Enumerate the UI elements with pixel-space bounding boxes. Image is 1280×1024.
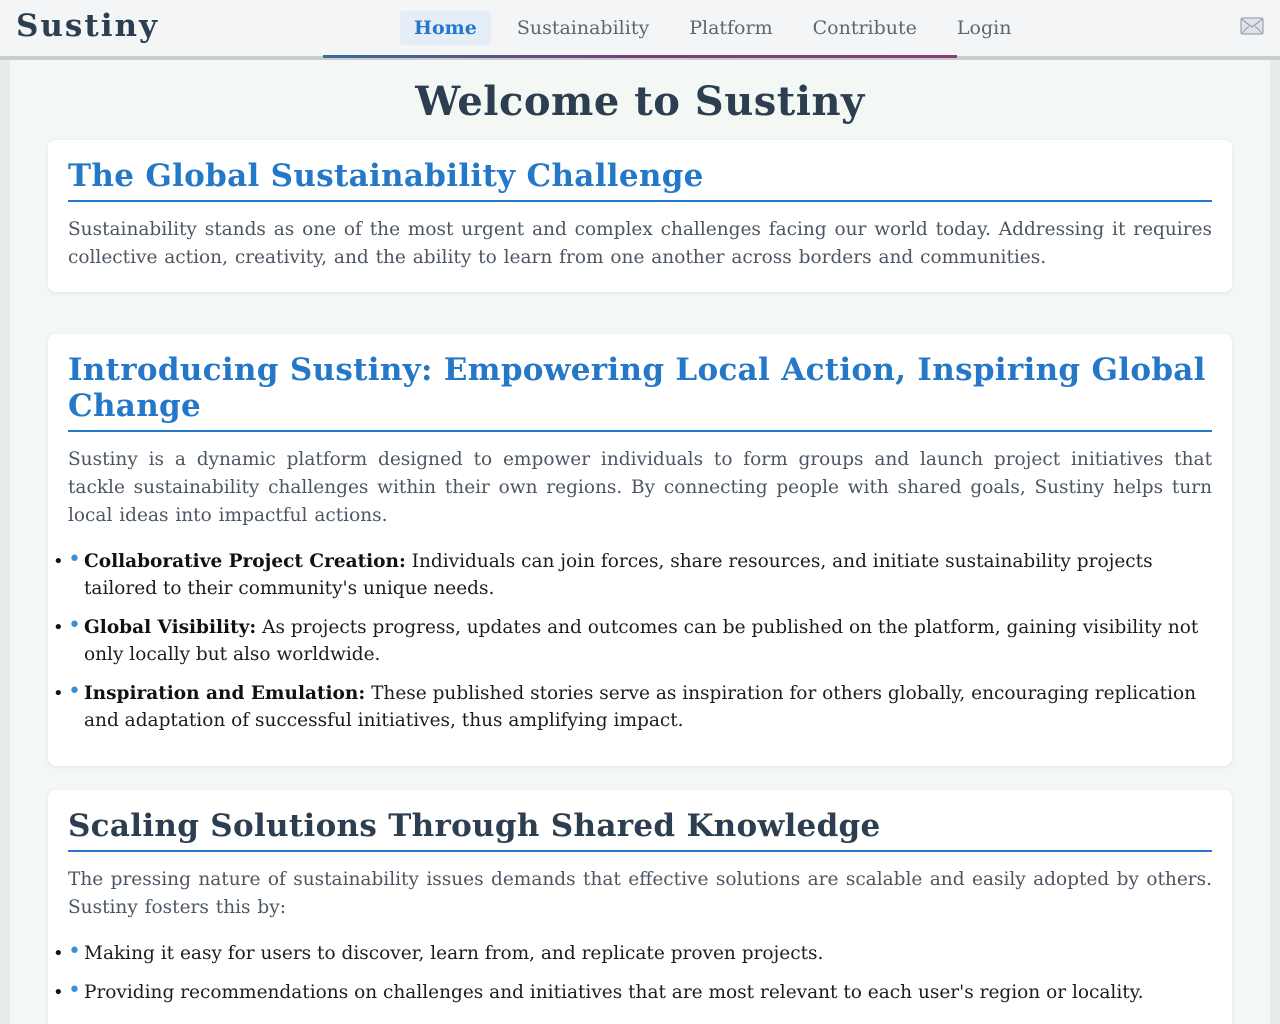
main-nav: Home Sustainability Platform Contribute … <box>400 10 1037 46</box>
section-card-scaling: Scaling Solutions Through Shared Knowled… <box>48 790 1232 1024</box>
bullet-icon: • <box>68 613 81 638</box>
list-item-text: Providing recommendations on challenges … <box>84 982 1144 1003</box>
section-card-challenge: The Global Sustainability Challenge Sust… <box>48 140 1232 292</box>
section-heading: Introducing Sustiny: Empowering Local Ac… <box>68 352 1212 432</box>
list-item: • • Inspiration and Emulation: These pub… <box>10 680 1212 734</box>
bullet-icon: • <box>53 982 64 1003</box>
list-item-label: Collaborative Project Creation: <box>84 551 406 572</box>
bullet-icon: • <box>68 679 81 704</box>
nav-contribute[interactable]: Contribute <box>799 11 931 45</box>
brand-logo[interactable]: Sustiny <box>16 8 159 44</box>
list-item-label: Global Visibility: <box>84 617 257 638</box>
section-paragraph: Sustiny is a dynamic platform designed t… <box>68 449 1212 526</box>
bullet-icon: • <box>53 617 64 638</box>
nav-login[interactable]: Login <box>943 11 1026 45</box>
section-heading: Scaling Solutions Through Shared Knowled… <box>68 808 1212 852</box>
bullet-icon: • <box>68 547 81 572</box>
bullet-icon: • <box>68 978 81 1003</box>
page-title: Welcome to Sustiny <box>415 78 865 125</box>
nav-active-underline <box>323 55 957 58</box>
bullet-icon: • <box>68 939 81 964</box>
list-item: • • Collaborative Project Creation: Indi… <box>10 548 1212 602</box>
nav-sustainability[interactable]: Sustainability <box>503 11 663 45</box>
list-item: • • Global Visibility: As projects progr… <box>10 614 1212 668</box>
section-card-introducing: Introducing Sustiny: Empowering Local Ac… <box>48 334 1232 766</box>
nav-platform[interactable]: Platform <box>675 11 786 45</box>
bullet-icon: • <box>53 943 64 964</box>
bullet-icon: • <box>53 683 64 704</box>
feature-list: • • Making it easy for users to discover… <box>10 940 1212 1006</box>
list-item: • • Making it easy for users to discover… <box>10 940 1212 967</box>
main-content: Welcome to Sustiny The Global Sustainabi… <box>10 60 1270 1024</box>
top-navigation-bar: Sustiny Home Sustainability Platform Con… <box>0 0 1280 60</box>
feature-list: • • Collaborative Project Creation: Indi… <box>10 548 1212 734</box>
section-paragraph: The pressing nature of sustainability is… <box>68 869 1212 918</box>
bullet-icon: • <box>53 551 64 572</box>
section-heading: The Global Sustainability Challenge <box>68 158 1212 202</box>
section-paragraph: Sustainability stands as one of the most… <box>68 219 1212 268</box>
list-item-text: Making it easy for users to discover, le… <box>84 943 824 964</box>
list-item: • • Providing recommendations on challen… <box>10 979 1212 1006</box>
list-item-label: Inspiration and Emulation: <box>84 683 366 704</box>
nav-home[interactable]: Home <box>400 11 491 45</box>
envelope-icon[interactable] <box>1240 17 1264 35</box>
